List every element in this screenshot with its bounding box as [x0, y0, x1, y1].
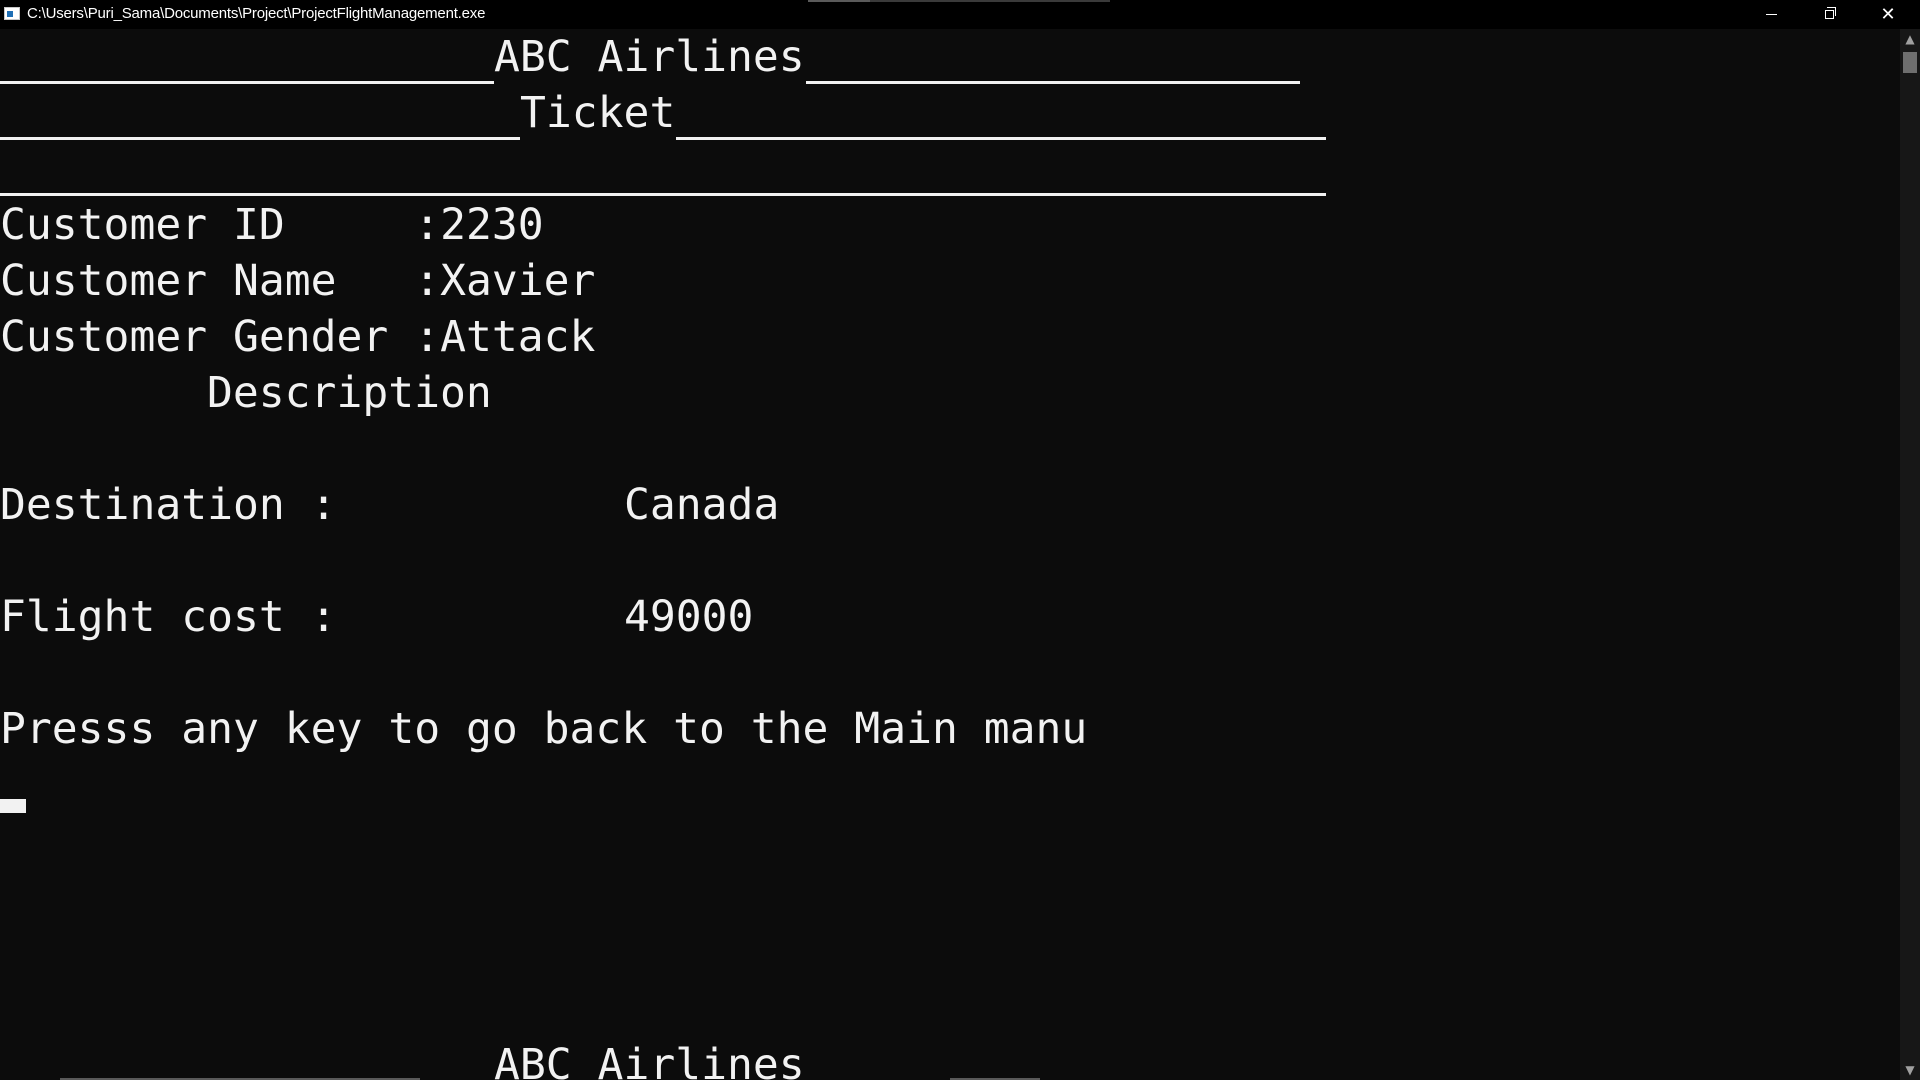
- console-app-icon: [4, 7, 20, 20]
- footer-airline-heading: ABC Airlines: [494, 1040, 805, 1080]
- ticket-rule-left: [0, 137, 520, 140]
- customer-id-value: 2230: [440, 200, 544, 250]
- text-cursor: [0, 799, 26, 813]
- restore-icon: [1824, 6, 1836, 19]
- destination-label: Destination :: [0, 480, 337, 530]
- minimize-icon: [1765, 13, 1777, 15]
- airline-heading: ABC Airlines: [494, 32, 805, 82]
- scroll-thumb[interactable]: [1903, 52, 1917, 73]
- ticket-rule-right: [676, 137, 1326, 140]
- console-output[interactable]: ABC Airlines Ticket Customer ID :2230 Cu…: [0, 29, 1900, 1080]
- customer-id-label: Customer ID :: [0, 200, 441, 250]
- flight-cost-value: 49000: [624, 592, 754, 642]
- return-prompt: Presss any key to go back to the Main ma…: [0, 704, 1088, 754]
- scroll-down-icon[interactable]: ▼: [1900, 1060, 1920, 1080]
- destination-value: Canada: [624, 480, 780, 530]
- customer-gender-value: Attack: [440, 312, 596, 362]
- scroll-up-icon[interactable]: ▲: [1900, 29, 1920, 49]
- description-heading: Description: [207, 368, 492, 418]
- customer-gender-label: Customer Gender :: [0, 312, 441, 362]
- separator-rule: [0, 193, 1326, 196]
- flight-cost-label: Flight cost :: [0, 592, 337, 642]
- minimize-button[interactable]: [1742, 0, 1800, 29]
- close-button[interactable]: ✕: [1858, 0, 1918, 29]
- close-icon: ✕: [1880, 4, 1896, 25]
- ticket-heading: Ticket: [520, 88, 676, 138]
- customer-id-row: Customer ID :2230: [0, 197, 544, 253]
- customer-name-value: Xavier: [440, 256, 596, 306]
- vertical-scrollbar[interactable]: ▲ ▼: [1900, 29, 1920, 1080]
- title-bar-highlight: [870, 0, 1110, 2]
- title-bar-highlight: [808, 0, 870, 2]
- title-bar[interactable]: C:\Users\Puri_Sama\Documents\Project\Pro…: [0, 0, 1920, 29]
- header-rule-left: [0, 81, 494, 84]
- restore-button[interactable]: [1800, 0, 1858, 29]
- customer-gender-row: Customer Gender :Attack: [0, 309, 595, 365]
- window-title: C:\Users\Puri_Sama\Documents\Project\Pro…: [27, 5, 486, 22]
- customer-name-label: Customer Name :: [0, 256, 441, 306]
- console-window: C:\Users\Puri_Sama\Documents\Project\Pro…: [0, 0, 1920, 1080]
- header-rule-right: [806, 81, 1300, 84]
- customer-name-row: Customer Name :Xavier: [0, 253, 595, 309]
